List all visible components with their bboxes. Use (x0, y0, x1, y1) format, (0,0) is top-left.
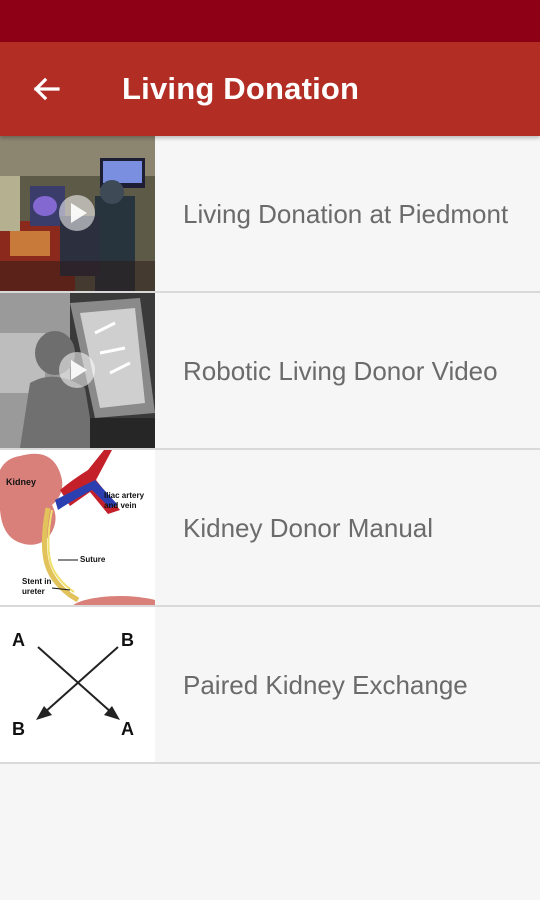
list-item-kidney-donor-manual[interactable]: Kidney Iliac artery and vein Suture Sten… (0, 450, 540, 607)
list-item-label: Living Donation at Piedmont (183, 198, 509, 229)
list-item-label: Robotic Living Donor Video (183, 355, 498, 386)
exchange-label-bottom-right: A (121, 719, 134, 739)
arrow-left-icon (33, 77, 60, 101)
suture-label: Suture (80, 555, 106, 564)
list-item-robotic-living-donor-video[interactable]: Robotic Living Donor Video (0, 293, 540, 450)
menu-list: Living Donation at Piedmont Robotic Livi… (0, 136, 540, 764)
exchange-label-bottom-left: B (12, 719, 25, 739)
list-item-paired-kidney-exchange[interactable]: A B B A Paired Kidney Exchange (0, 607, 540, 764)
artery-label-line1: Iliac artery (104, 491, 145, 500)
kidney-label: Kidney (6, 477, 36, 487)
status-bar (0, 0, 540, 42)
kidney-illustration: Kidney Iliac artery and vein Suture Sten… (0, 450, 155, 605)
back-button[interactable] (22, 65, 70, 113)
exchange-label-top-right: B (121, 630, 134, 650)
stent-label-line2: ureter (22, 587, 45, 596)
exchange-label-top-left: A (12, 630, 25, 650)
list-item-label: Paired Kidney Exchange (183, 669, 468, 700)
list-item-label: Kidney Donor Manual (183, 512, 434, 543)
list-item-living-donation-at-piedmont[interactable]: Living Donation at Piedmont (0, 136, 540, 293)
artery-label-line2: and vein (104, 501, 137, 510)
exchange-diagram: A B B A (0, 607, 155, 762)
page-title: Living Donation (122, 71, 360, 106)
robotic-surgery-video-thumbnail (0, 293, 155, 448)
surgery-video-thumbnail (0, 136, 155, 291)
app-bar: Living Donation (0, 42, 540, 136)
stent-label-line1: Stent in (22, 577, 51, 586)
